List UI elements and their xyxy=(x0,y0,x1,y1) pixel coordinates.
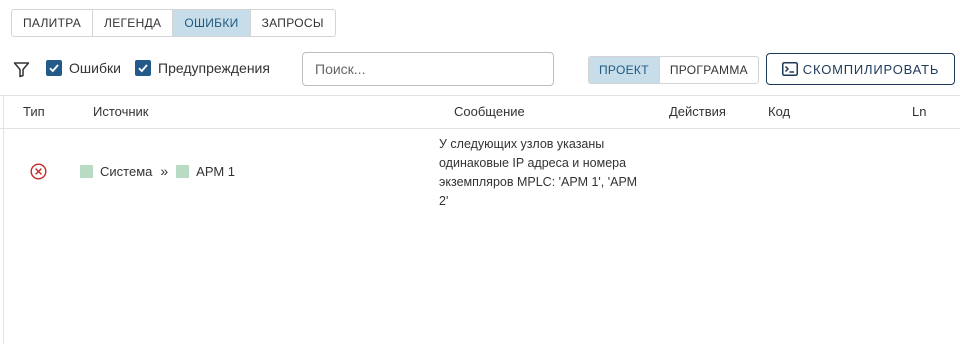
error-circle-icon xyxy=(30,163,47,180)
tab-errors[interactable]: ОШИБКИ xyxy=(173,10,251,36)
source-path: Система » АРМ 1 xyxy=(80,163,235,179)
panel-tabs: ПАЛИТРА ЛЕГЕНДА ОШИБКИ ЗАПРОСЫ xyxy=(11,9,336,37)
scope-toggle: ПРОЕКТ ПРОГРАММА xyxy=(588,56,759,84)
node-tag-icon xyxy=(176,164,190,178)
column-code[interactable]: Код xyxy=(768,96,790,128)
column-message[interactable]: Сообщение xyxy=(454,96,525,128)
column-actions[interactable]: Действия xyxy=(669,96,726,128)
errors-checkbox[interactable]: Ошибки xyxy=(46,60,121,76)
compile-button[interactable]: СКОМПИЛИРОВАТЬ xyxy=(766,53,955,85)
tab-requests[interactable]: ЗАПРОСЫ xyxy=(251,10,335,36)
column-ln[interactable]: Ln xyxy=(912,96,926,128)
node-tag-icon xyxy=(80,164,93,178)
tab-legend[interactable]: ЛЕГЕНДА xyxy=(93,10,174,36)
scope-program-button[interactable]: ПРОГРАММА xyxy=(658,57,758,83)
compile-button-label: СКОМПИЛИРОВАТЬ xyxy=(802,61,940,77)
breadcrumb-separator: » xyxy=(160,163,169,179)
search-input[interactable] xyxy=(302,52,554,86)
terminal-icon xyxy=(781,62,798,76)
table-row[interactable]: Система » АРМ 1 У следующих узлов указан… xyxy=(4,130,960,212)
errors-checkbox-label: Ошибки xyxy=(69,60,121,76)
scope-project-button[interactable]: ПРОЕКТ xyxy=(589,57,659,83)
warnings-checkbox[interactable]: Предупреждения xyxy=(135,60,270,76)
checkmark-icon xyxy=(135,60,151,76)
column-source[interactable]: Источник xyxy=(93,96,149,128)
source-system[interactable]: Система xyxy=(100,164,152,179)
warnings-checkbox-label: Предупреждения xyxy=(158,60,270,76)
checkmark-icon xyxy=(46,60,62,76)
error-message: У следующих узлов указаны одинаковые IP … xyxy=(439,137,638,208)
source-node[interactable]: АРМ 1 xyxy=(196,164,235,179)
column-type[interactable]: Тип xyxy=(23,96,45,128)
tab-palette[interactable]: ПАЛИТРА xyxy=(12,10,94,36)
filter-icon[interactable] xyxy=(13,61,30,78)
table-header: Тип Источник Сообщение Действия Код Ln xyxy=(0,95,960,129)
